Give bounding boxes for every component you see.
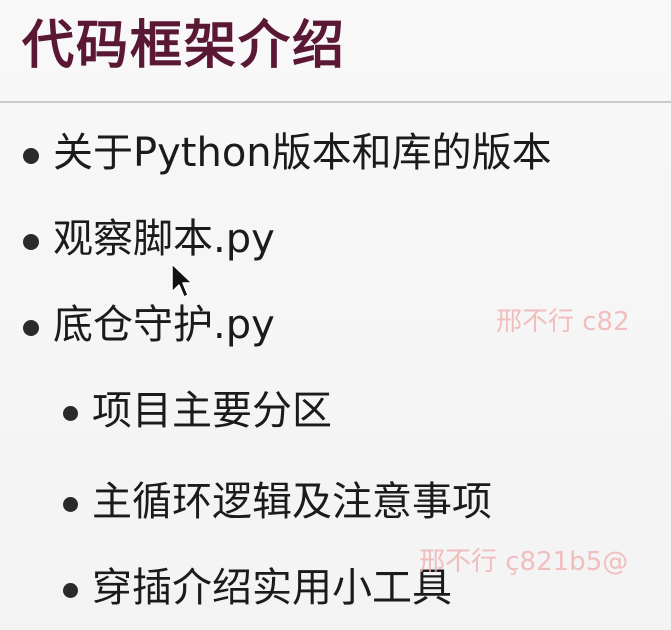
- sub-list-item: 穿插介绍实用小工具: [92, 565, 452, 611]
- sub-bullet-icon: [63, 583, 78, 598]
- mouse-pointer-icon: [171, 263, 193, 298]
- watermark-text: 邢不行 c82: [496, 307, 630, 337]
- sub-bullet-icon: [63, 497, 78, 512]
- list-item: 底仓守护.py: [53, 302, 275, 348]
- sub-bullet-icon: [63, 406, 78, 421]
- sub-list-item: 主循环逻辑及注意事项: [92, 479, 492, 525]
- list-item: 关于Python版本和库的版本: [53, 130, 552, 176]
- slide: 代码框架介绍 关于Python版本和库的版本 观察脚本.py 底仓守护.py 项…: [0, 0, 671, 630]
- list-item: 观察脚本.py: [53, 216, 275, 262]
- slide-title: 代码框架介绍: [22, 16, 347, 76]
- title-divider: [0, 101, 671, 103]
- bullet-icon: [23, 148, 39, 164]
- bullet-icon: [23, 320, 39, 336]
- sub-list-item: 项目主要分区: [92, 388, 332, 434]
- watermark-text: 邢不行 ç821b5@: [419, 547, 629, 577]
- bullet-icon: [23, 234, 39, 250]
